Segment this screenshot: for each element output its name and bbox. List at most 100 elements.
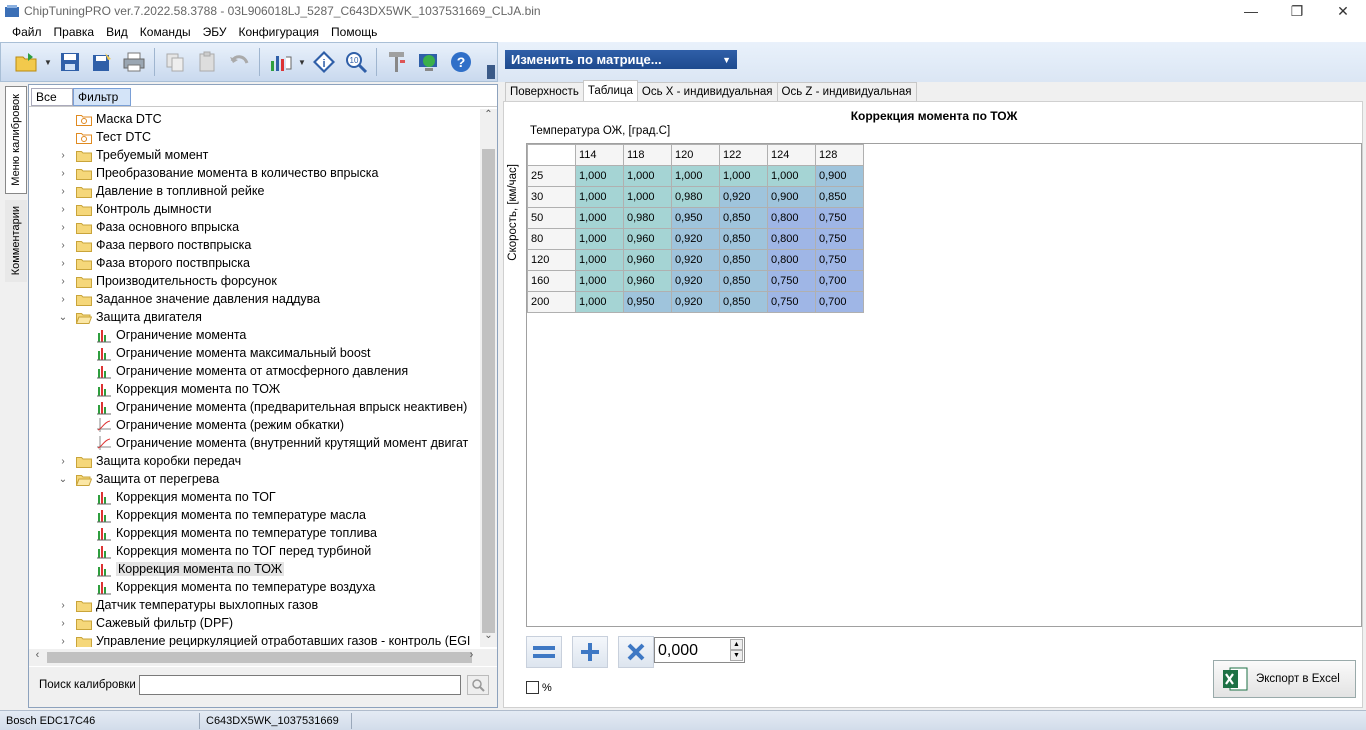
collapse-icon[interactable]: ⌄ [58, 312, 68, 323]
filter-tab-filter[interactable]: Фильтр [73, 88, 131, 106]
x-axis-cell[interactable]: 122 [719, 144, 768, 166]
scroll-thumb[interactable] [47, 652, 472, 663]
close-icon[interactable]: ✕ [1320, 0, 1366, 22]
map-cell[interactable]: 0,850 [719, 291, 768, 313]
map-cell[interactable]: 1,000 [575, 165, 624, 187]
tree-folder[interactable]: › Сажевый фильтр (DPF) [61, 614, 233, 632]
expand-icon[interactable]: › [58, 186, 68, 197]
map-cell[interactable]: 0,800 [767, 249, 816, 271]
x-axis-cell[interactable]: 124 [767, 144, 816, 166]
copy-icon[interactable] [160, 46, 190, 78]
spin-down-icon[interactable]: ▼ [730, 650, 743, 661]
map-cell[interactable]: 1,000 [575, 249, 624, 271]
tab-z-axis[interactable]: Ось Z - индивидуальная [776, 82, 917, 101]
map-cell[interactable]: 1,000 [719, 165, 768, 187]
tab-surface[interactable]: Поверхность [505, 82, 584, 101]
plus-icon[interactable] [572, 636, 608, 668]
tree-vertical-scrollbar[interactable]: ⌃ ⌄ [480, 109, 497, 647]
map-cell[interactable]: 1,000 [575, 270, 624, 292]
collapse-icon[interactable]: ⌄ [58, 474, 68, 485]
expand-icon[interactable]: › [58, 240, 68, 251]
tree-folder[interactable]: ⌄ Защита двигателя [59, 308, 202, 326]
map-cell[interactable]: 1,000 [623, 165, 672, 187]
tools-icon[interactable] [382, 46, 412, 78]
paste-icon[interactable] [192, 46, 222, 78]
map-cell[interactable]: 0,920 [671, 249, 720, 271]
tree-folder[interactable]: › Производительность форсунок [61, 272, 276, 290]
expand-icon[interactable]: › [58, 600, 68, 611]
expand-icon[interactable]: › [58, 168, 68, 179]
map-cell[interactable]: 0,920 [719, 186, 768, 208]
save-as-icon[interactable] [87, 46, 117, 78]
tree-horizontal-scrollbar[interactable]: ‹ › [29, 649, 497, 666]
tree-item[interactable]: Коррекция момента по температуре топлива [96, 524, 377, 542]
expand-icon[interactable]: › [58, 636, 68, 647]
save-icon[interactable] [55, 46, 85, 78]
map-cell[interactable]: 1,000 [575, 186, 624, 208]
expand-icon[interactable]: › [58, 204, 68, 215]
map-cell[interactable]: 1,000 [671, 165, 720, 187]
tree-folder[interactable]: › Фаза основного впрыска [61, 218, 239, 236]
map-cell[interactable]: 0,850 [719, 228, 768, 250]
tab-x-axis[interactable]: Ось X - индивидуальная [636, 82, 778, 101]
cross-icon[interactable] [618, 636, 654, 668]
spin-up-icon[interactable]: ▲ [730, 639, 743, 650]
chart-icon[interactable] [265, 46, 295, 78]
map-cell[interactable]: 1,000 [623, 186, 672, 208]
tree-folder[interactable]: › Требуемый момент [61, 146, 208, 164]
map-cell[interactable]: 0,980 [623, 207, 672, 229]
undo-icon[interactable] [224, 46, 254, 78]
tree-folder[interactable]: › Управление рециркуляцией отработавших г… [61, 632, 470, 647]
tree-item[interactable]: Коррекция момента по ТОГ перед турбиной [96, 542, 371, 560]
menu-config[interactable]: Конфигурация [232, 25, 325, 39]
search-icon[interactable] [467, 675, 489, 695]
tree-item[interactable]: Ограничение момента [96, 326, 246, 344]
map-cell[interactable]: 0,750 [815, 228, 864, 250]
menu-help[interactable]: Помощь [325, 25, 383, 39]
scroll-up-icon[interactable]: ⌃ [480, 109, 497, 126]
menu-view[interactable]: Вид [100, 25, 134, 39]
tab-comments[interactable]: Комментарии [5, 200, 27, 282]
web-icon[interactable] [414, 46, 444, 78]
menu-commands[interactable]: Команды [134, 25, 197, 39]
chevron-down-icon[interactable]: ▼ [43, 58, 53, 67]
tree-item[interactable]: Ограничение момента от атмосферного давл… [96, 362, 408, 380]
tree-folder[interactable]: › Датчик температуры выхлопных газов [61, 596, 318, 614]
tree-folder[interactable]: ⌄ Защита от перегрева [59, 470, 219, 488]
tree-folder[interactable]: › Фаза второго поствпрыска [61, 254, 250, 272]
y-axis-cell[interactable]: 30 [527, 186, 576, 208]
tree-folder[interactable]: › Заданное значение давления наддува [61, 290, 320, 308]
minimize-icon[interactable]: — [1228, 0, 1274, 22]
expand-icon[interactable]: › [58, 618, 68, 629]
search-calibration-icon[interactable]: 10 [341, 46, 371, 78]
tree-item[interactable]: Коррекция момента по ТОЖ [96, 380, 280, 398]
expand-icon[interactable]: › [58, 222, 68, 233]
step-value-spinner[interactable]: 0,000 ▲ ▼ [654, 637, 745, 663]
chevron-down-icon[interactable]: ▼ [297, 58, 307, 67]
tree-item[interactable]: Ограничение момента (внутренний крутящий… [96, 434, 468, 452]
expand-icon[interactable]: › [58, 150, 68, 161]
filter-tab-all[interactable]: Все [31, 88, 73, 106]
tree-item[interactable]: Коррекция момента по температуре масла [96, 506, 366, 524]
expand-icon[interactable]: › [58, 258, 68, 269]
toolbar-overflow-button[interactable] [487, 65, 495, 79]
expand-icon[interactable]: › [58, 276, 68, 287]
map-cell[interactable]: 0,850 [719, 270, 768, 292]
y-axis-cell[interactable]: 80 [527, 228, 576, 250]
scroll-right-icon[interactable]: › [463, 649, 480, 666]
y-axis-cell[interactable]: 120 [527, 249, 576, 271]
expand-icon[interactable]: › [58, 456, 68, 467]
y-axis-cell[interactable]: 160 [527, 270, 576, 292]
menu-file[interactable]: Файл [6, 25, 48, 39]
y-axis-cell[interactable]: 200 [527, 291, 576, 313]
menu-edit[interactable]: Правка [48, 25, 101, 39]
scroll-thumb[interactable] [482, 149, 495, 633]
map-cell[interactable]: 0,960 [623, 249, 672, 271]
print-icon[interactable] [119, 46, 149, 78]
map-cell[interactable]: 0,920 [671, 228, 720, 250]
tab-table[interactable]: Таблица [582, 80, 638, 101]
matrix-change-dropdown[interactable]: Изменить по матрице... ▼ [505, 50, 737, 69]
tree-item[interactable]: Ограничение момента (предварительная впр… [96, 398, 467, 416]
equals-icon[interactable] [526, 636, 562, 668]
restore-icon[interactable]: ❐ [1274, 0, 1320, 22]
